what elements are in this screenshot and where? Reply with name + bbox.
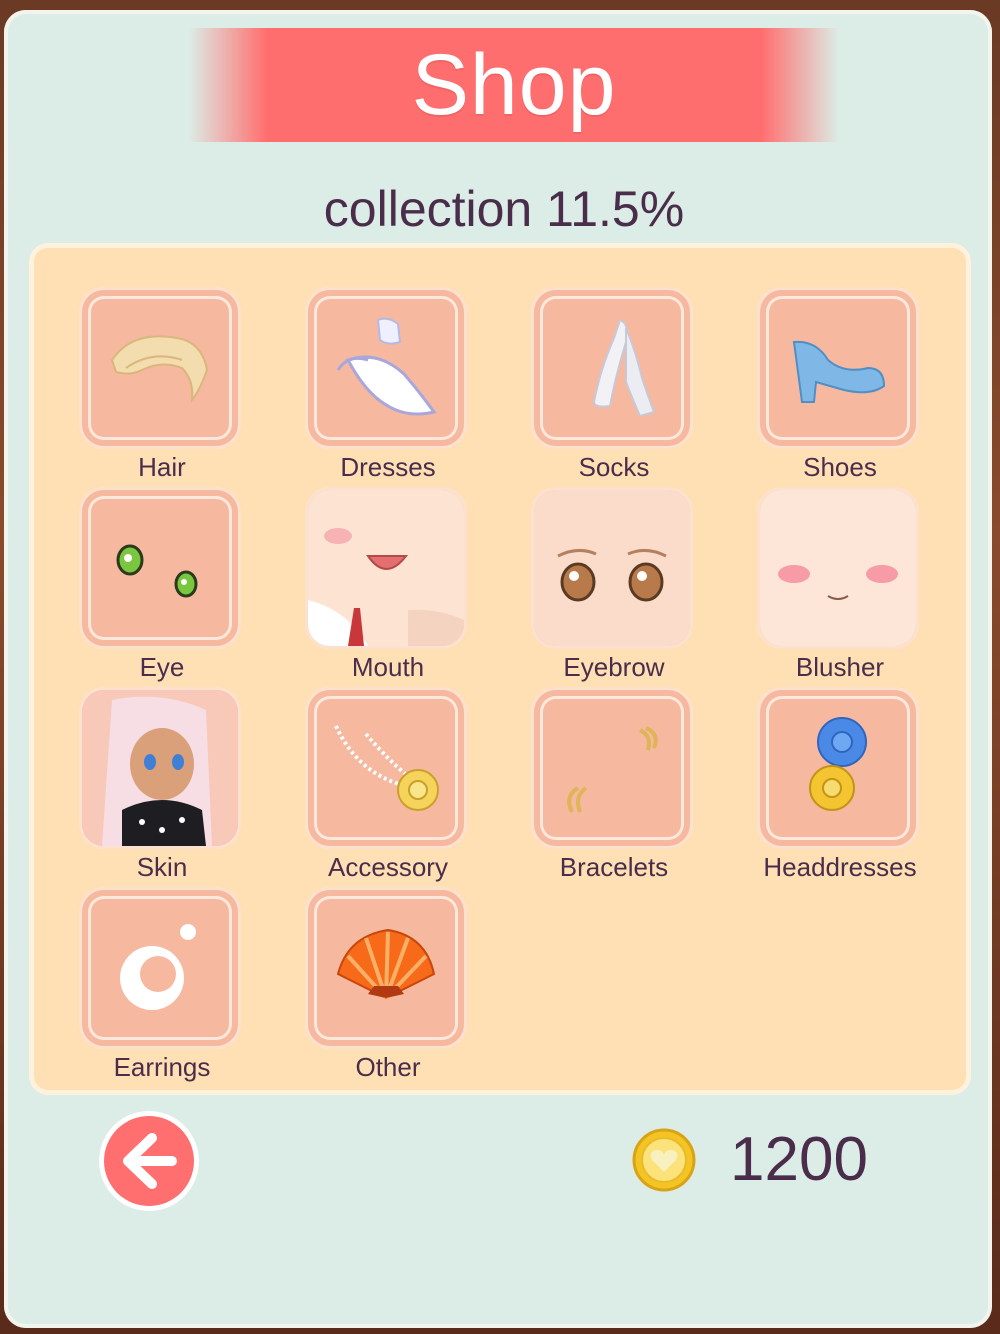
category-label: Other [355,1052,421,1082]
category-label: Skin [136,852,188,882]
category-skin[interactable]: Skin [62,690,262,886]
collection-progress: collection 11.5% [323,181,685,237]
skin-icon [82,690,238,846]
category-label: Socks [578,452,650,482]
eyebrow-icon [534,490,690,646]
category-label: Headdresses [763,852,917,882]
mouth-icon [308,490,464,646]
category-label: Dresses [340,452,436,482]
category-label: Eye [139,652,185,682]
category-label: Blusher [795,652,885,682]
category-eye[interactable]: Eye [62,490,262,686]
bracelet-icon [534,690,690,846]
necklace-icon [308,690,464,846]
category-other[interactable]: Other [288,890,488,1086]
category-label: Accessory [328,852,448,882]
category-socks[interactable]: Socks [514,290,714,486]
eye-icon [82,490,238,646]
earring-icon [82,890,238,1046]
rose-icon [760,690,916,846]
category-eyebrow[interactable]: Eyebrow [514,490,714,686]
category-label: Mouth [351,652,425,682]
category-bracelets[interactable]: Bracelets [514,690,714,886]
category-earrings[interactable]: Earrings [62,890,262,1086]
category-label: Eyebrow [563,652,665,682]
back-button[interactable] [104,1116,194,1206]
socks-icon [534,290,690,446]
category-hair[interactable]: Hair [62,290,262,486]
dress-icon [308,290,464,446]
category-shoes[interactable]: Shoes [740,290,940,486]
category-dresses[interactable]: Dresses [288,290,488,486]
coin-balance: 1200 [730,1125,868,1194]
shoe-icon [760,290,916,446]
category-mouth[interactable]: Mouth [288,490,488,686]
category-label: Shoes [803,452,877,482]
category-label: Earrings [113,1052,211,1082]
page-title: Shop [411,37,617,133]
arrow-left-icon [123,1133,177,1189]
coin-heart-icon [632,1128,696,1192]
blusher-icon [760,490,916,646]
category-label: Bracelets [559,852,669,882]
category-label: Hair [138,452,186,482]
category-headdresses[interactable]: Headdresses [740,690,940,886]
category-accessory[interactable]: Accessory [288,690,488,886]
fan-icon [308,890,464,1046]
hair-icon [82,290,238,446]
category-blusher[interactable]: Blusher [740,490,940,686]
category-grid: Hair Dresses Socks Shoes Eye Mouth Eyebr… [34,248,966,1090]
title-banner: Shop [189,28,839,142]
